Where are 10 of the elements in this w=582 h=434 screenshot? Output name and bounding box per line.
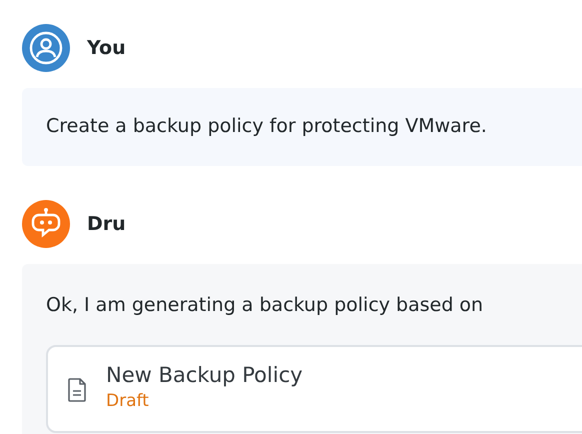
robot-avatar-icon xyxy=(22,200,70,248)
attachment-title: New Backup Policy xyxy=(106,363,303,387)
author-name: You xyxy=(87,37,126,59)
document-icon xyxy=(68,378,86,402)
user-avatar-icon xyxy=(22,24,70,72)
attachment-status: Draft xyxy=(106,391,150,411)
message-text: Create a backup policy for protecting VMware. xyxy=(46,114,488,139)
attachment-card[interactable]: New Backup Policy Draft xyxy=(46,345,582,433)
author-name: Dru xyxy=(87,213,126,235)
message-text: Ok, I am generating a backup policy based on xyxy=(46,293,484,318)
